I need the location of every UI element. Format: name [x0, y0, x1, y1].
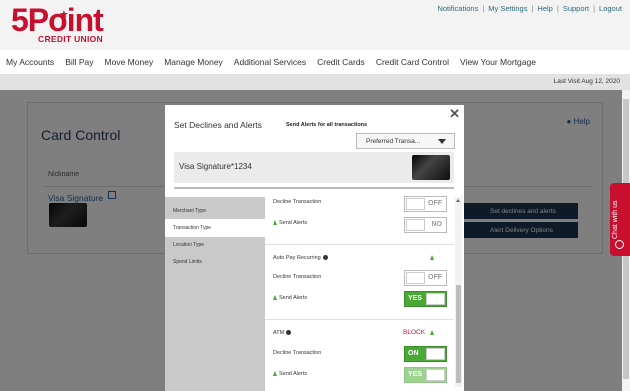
toggle-knob — [426, 369, 445, 381]
star-icon: ★ — [59, 9, 69, 21]
declines-alerts-modal: Set Declines and Alerts ✕ Send Alerts fo… — [165, 105, 464, 391]
decline-toggle[interactable]: OFF — [404, 270, 447, 286]
toggle-knob — [406, 219, 425, 231]
alert-toggle[interactable]: NO — [404, 217, 447, 233]
utility-link-logout[interactable]: Logout — [599, 4, 622, 13]
side-item-merchant-type[interactable]: Merchant Type — [165, 202, 265, 220]
section-title-text: ATM — [273, 330, 285, 336]
row-label-text: Send Alerts — [279, 220, 308, 226]
account-name-text: Visa Signature — [179, 162, 231, 171]
bell-icon[interactable] — [430, 255, 434, 260]
separator: | — [531, 4, 534, 13]
info-icon[interactable] — [322, 255, 328, 260]
toggle-text: YES — [408, 295, 423, 302]
utility-link-settings[interactable]: My Settings — [488, 4, 527, 13]
brand-logo[interactable]: 5Point ★ CREDIT UNION — [11, 2, 111, 44]
nav-credit-cards[interactable]: Credit Cards — [317, 57, 365, 67]
divider — [265, 319, 454, 320]
separator: | — [482, 4, 485, 13]
last-visit-bar: Last Visit Aug 12, 2020 — [0, 74, 630, 90]
account-name: Visa Signature*1234 — [179, 162, 252, 171]
toggle-knob — [406, 198, 425, 210]
nav-move-money[interactable]: Move Money — [105, 57, 154, 67]
nav-manage-money[interactable]: Manage Money — [164, 57, 223, 67]
modal-side-nav: Merchant Type Transaction Type Location … — [165, 197, 265, 391]
preference-select[interactable]: Preferred Transa... — [356, 133, 455, 149]
alert-toggle[interactable]: YES — [404, 367, 447, 383]
side-item-location-type[interactable]: Location Type — [165, 236, 265, 254]
bell-icon — [273, 220, 277, 225]
row-label-text: Send Alerts — [279, 295, 308, 301]
nav-additional-services[interactable]: Additional Services — [234, 57, 306, 67]
side-item-transaction-type[interactable]: Transaction Type — [165, 219, 265, 237]
divider — [265, 244, 454, 245]
chat-tab[interactable]: Chat with us — [610, 183, 630, 256]
section-title: Auto Pay Recurring — [273, 255, 328, 261]
row-label: Decline Transaction — [273, 350, 322, 356]
utility-link-support[interactable]: Support — [563, 4, 589, 13]
toggle-text: ON — [408, 350, 419, 357]
scroll-up-icon[interactable] — [456, 199, 460, 202]
row-label: Decline Transaction — [273, 199, 322, 205]
toggle-knob — [426, 348, 445, 360]
row-label: Decline Transaction — [273, 274, 322, 280]
toggle-text: OFF — [428, 200, 442, 207]
toggle-text: OFF — [428, 274, 442, 281]
account-suffix: *1234 — [230, 162, 252, 171]
decline-toggle[interactable]: OFF — [404, 196, 447, 212]
side-item-spend-limits[interactable]: Spend Limits — [165, 253, 265, 271]
utility-link-help[interactable]: Help — [537, 4, 552, 13]
separator: | — [556, 4, 559, 13]
section-title: ATM — [273, 330, 292, 336]
block-status: BLOCK — [403, 329, 426, 336]
toggle-text: YES — [408, 371, 423, 378]
close-icon[interactable]: ✕ — [449, 106, 460, 122]
utility-link-notifications[interactable]: Notifications — [437, 4, 478, 13]
caret-down-icon — [438, 139, 446, 144]
separator: | — [593, 4, 596, 13]
card-image — [412, 155, 450, 180]
account-summary: Visa Signature*1234 — [174, 152, 454, 183]
modal-scrollbar[interactable] — [455, 197, 462, 387]
bell-icon — [273, 295, 277, 300]
top-header: 5Point ★ CREDIT UNION Notifications | My… — [0, 0, 630, 50]
decline-toggle[interactable]: ON — [404, 346, 447, 362]
scrollbar-thumb[interactable] — [456, 285, 461, 383]
last-visit-text: Last Visit Aug 12, 2020 — [553, 78, 620, 85]
section-title-text: Auto Pay Recurring — [273, 255, 321, 261]
divider — [174, 187, 454, 189]
row-label-text: Send Alerts — [279, 371, 308, 377]
bell-icon — [273, 371, 277, 376]
main-nav: My Accounts Bill Pay Move Money Manage M… — [0, 50, 630, 74]
modal-content: Decline Transaction OFF Send Alerts NO A… — [265, 190, 454, 391]
nav-view-mortgage[interactable]: View Your Mortgage — [460, 57, 536, 67]
info-icon[interactable] — [286, 330, 292, 335]
nav-bill-pay[interactable]: Bill Pay — [65, 57, 93, 67]
bell-icon[interactable] — [430, 330, 434, 335]
toggle-knob — [406, 272, 425, 284]
utility-nav: Notifications | My Settings | Help | Sup… — [437, 4, 622, 13]
alert-toggle[interactable]: YES — [404, 291, 447, 307]
row-label: Send Alerts — [273, 220, 307, 226]
select-value: Preferred Transa... — [366, 137, 421, 145]
nav-credit-card-control[interactable]: Credit Card Control — [376, 57, 449, 67]
row-label: Send Alerts — [273, 371, 307, 377]
toggle-knob — [426, 293, 445, 305]
chat-label: Chat with us — [612, 200, 619, 239]
chat-bubble-icon — [615, 240, 624, 249]
send-all-alerts-label[interactable]: Send Alerts for all transactions — [286, 122, 367, 128]
modal-title: Set Declines and Alerts — [174, 120, 262, 130]
nav-my-accounts[interactable]: My Accounts — [6, 57, 54, 67]
row-label: Send Alerts — [273, 295, 307, 301]
toggle-text: NO — [431, 221, 443, 228]
logo-sub-text: CREDIT UNION — [38, 34, 103, 44]
